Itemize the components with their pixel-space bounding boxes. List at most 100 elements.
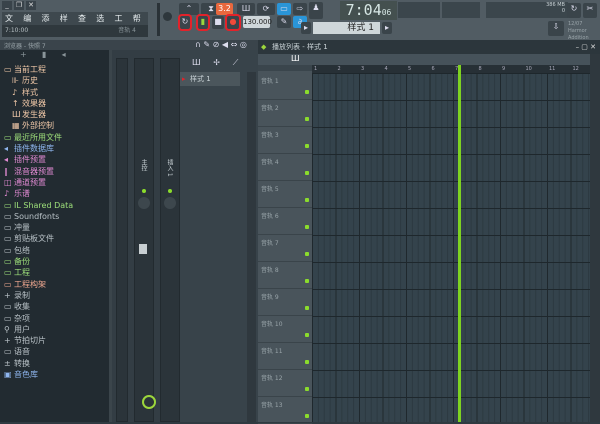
track-mute-led[interactable] [305, 360, 309, 364]
track-header[interactable]: 音轨 13 [258, 397, 312, 424]
mixer-strip-master[interactable]: 主控 [134, 58, 154, 422]
browser-item[interactable]: + 节拍切片 [0, 335, 112, 346]
menu-item[interactable]: 选项 [93, 12, 111, 34]
track-mute-led[interactable] [305, 414, 309, 418]
playlist-scrollbar[interactable] [590, 54, 600, 422]
stop-button[interactable]: ■ [212, 16, 224, 29]
restore-icon[interactable]: ❐ [14, 1, 24, 10]
browser-item[interactable]: ◂ 插件预置 [0, 154, 112, 165]
browser-item[interactable]: ▭ 包络 [0, 245, 112, 256]
loop-record-button[interactable]: ⟳ [257, 3, 275, 15]
play-button[interactable]: ▮ [196, 14, 210, 31]
track-header[interactable]: 音轨 3 [258, 127, 312, 154]
browser-item[interactable]: ♪ 乐谱 [0, 188, 112, 199]
browser-item[interactable]: ⚲ 用户 [0, 324, 112, 335]
menu-item[interactable]: 文件 [2, 12, 20, 34]
track-header[interactable]: 音轨 6 [258, 208, 312, 235]
browser-item[interactable]: ◂ 插件数据库 [0, 143, 112, 154]
track-mute-led[interactable] [305, 198, 309, 202]
cut-button[interactable]: ✂ [583, 3, 597, 18]
time-display[interactable]: 7:0406 [340, 1, 397, 20]
track-header[interactable]: 音轨 11 [258, 343, 312, 370]
pattern-item[interactable]: ▸ 样式 1 [180, 72, 240, 86]
step-edit-button[interactable]: Ш [237, 3, 255, 15]
track-mute-led[interactable] [305, 144, 309, 148]
browser-item[interactable]: ▭ 工程构架 [0, 279, 112, 290]
playlist-grid[interactable] [312, 73, 590, 422]
track-mute-led[interactable] [305, 279, 309, 283]
browser-item[interactable]: ♪ 样式 [0, 87, 112, 98]
browser-item[interactable]: ▭ 最近所用文件 [0, 132, 112, 143]
window-buttons[interactable]: – ▢ ✕ [576, 40, 596, 54]
track-header[interactable]: 音轨 8 [258, 262, 312, 289]
tool-draw-button[interactable]: ▭ [277, 3, 291, 15]
browser-item[interactable]: Ш发生器 [0, 109, 112, 120]
track-header[interactable]: 音轨 2 [258, 100, 312, 127]
tool-brush-button[interactable]: ✎ [277, 16, 291, 28]
menu-item[interactable]: 样式 [57, 12, 75, 34]
pattern-selector[interactable]: 样式 1 [313, 22, 380, 34]
master-pitch-knob[interactable] [163, 12, 172, 21]
minimize-icon[interactable]: _ [2, 1, 12, 10]
browser-item[interactable]: ⊪ 历史 [0, 75, 112, 86]
mixer-strip-insert-1[interactable]: 插入 1 [160, 58, 180, 422]
menu-item[interactable]: 帮助 [130, 12, 148, 34]
browser-item[interactable]: ▭ 收集 [0, 301, 112, 312]
typing-keyboard-button[interactable]: ♟ [309, 2, 323, 19]
browser-item[interactable]: ▭ Soundfonts [0, 211, 112, 222]
track-mute-led[interactable] [305, 225, 309, 229]
smartphone-button[interactable]: ⇩ [548, 21, 564, 36]
browser-item[interactable]: ▭ 杂项 [0, 313, 112, 324]
pattern-next[interactable]: ▸ [382, 22, 392, 34]
step-icon[interactable]: Ш [291, 54, 300, 63]
menu-item[interactable]: 编辑 [20, 12, 38, 34]
browser-item[interactable]: ▭ 语音 [0, 346, 112, 357]
browser-item[interactable]: ▭ IL Shared Data [0, 200, 112, 211]
picker-scrollbar[interactable] [247, 72, 256, 422]
close-icon[interactable]: ✕ [26, 1, 36, 10]
track-mute-led[interactable] [305, 117, 309, 121]
browser-item[interactable]: ▭ 备份 [0, 256, 112, 267]
magnet-icon[interactable]: ∩ ✎ ⊘ ◀ ⇔ ◎ [195, 40, 247, 49]
pattern-song-toggle[interactable]: ↻ [178, 14, 192, 31]
tempo-display[interactable]: 130.000 [243, 16, 272, 28]
arrow-button[interactable]: ⇨ [293, 3, 307, 15]
timeline-ruler[interactable]: 1 2 3 4 5 6 7 8 9 10 11 12 [312, 65, 590, 73]
track-header[interactable]: 音轨 9 [258, 289, 312, 316]
pan-knob[interactable] [138, 197, 150, 209]
track-mute-led[interactable] [305, 306, 309, 310]
master-volume-slider[interactable] [157, 3, 160, 36]
track-header[interactable]: 音轨 10 [258, 316, 312, 343]
browser-item[interactable]: ▭ 冲量 [0, 222, 112, 233]
track-header[interactable]: 音轨 7 [258, 235, 312, 262]
browser-item[interactable]: ↑ 效果器 [0, 98, 112, 109]
undo-button[interactable]: ↻ [567, 3, 581, 18]
track-header[interactable]: 音轨 1 [258, 73, 312, 100]
browser-item[interactable]: ▦ 外部控制 [0, 120, 112, 131]
menu-item[interactable]: 工具 [112, 12, 130, 34]
menu-item[interactable]: 查看 [75, 12, 93, 34]
track-header[interactable]: 音轨 4 [258, 154, 312, 181]
strip-led[interactable] [142, 189, 146, 193]
volume-fader[interactable] [139, 244, 147, 254]
menu-item[interactable]: 添加 [39, 12, 57, 34]
browser-item[interactable]: ◫ 通道预置 [0, 177, 112, 188]
song-mode-badge[interactable]: 3.2 [216, 3, 233, 15]
news-panel[interactable]: 12/07 Harmor Addition [566, 21, 600, 41]
track-mute-led[interactable] [305, 90, 309, 94]
strip-led[interactable] [168, 189, 172, 193]
track-mute-led[interactable] [305, 171, 309, 175]
record-button[interactable]: ● [225, 14, 241, 31]
track-header[interactable]: 音轨 12 [258, 370, 312, 397]
track-mute-led[interactable] [305, 387, 309, 391]
browser-item[interactable]: ± 转换 [0, 358, 112, 369]
browser-item[interactable]: + 录制 [0, 290, 112, 301]
mixer-link-icon[interactable] [142, 395, 156, 409]
track-mute-led[interactable] [305, 252, 309, 256]
playhead[interactable] [458, 65, 462, 422]
pan-knob[interactable] [164, 197, 176, 209]
browser-item[interactable]: ‖ 混音器预置 [0, 166, 112, 177]
track-header[interactable]: 音轨 5 [258, 181, 312, 208]
browser-item[interactable]: ▭ 当前工程 [0, 64, 112, 75]
browser-item[interactable]: ▭ 工程 [0, 267, 112, 278]
